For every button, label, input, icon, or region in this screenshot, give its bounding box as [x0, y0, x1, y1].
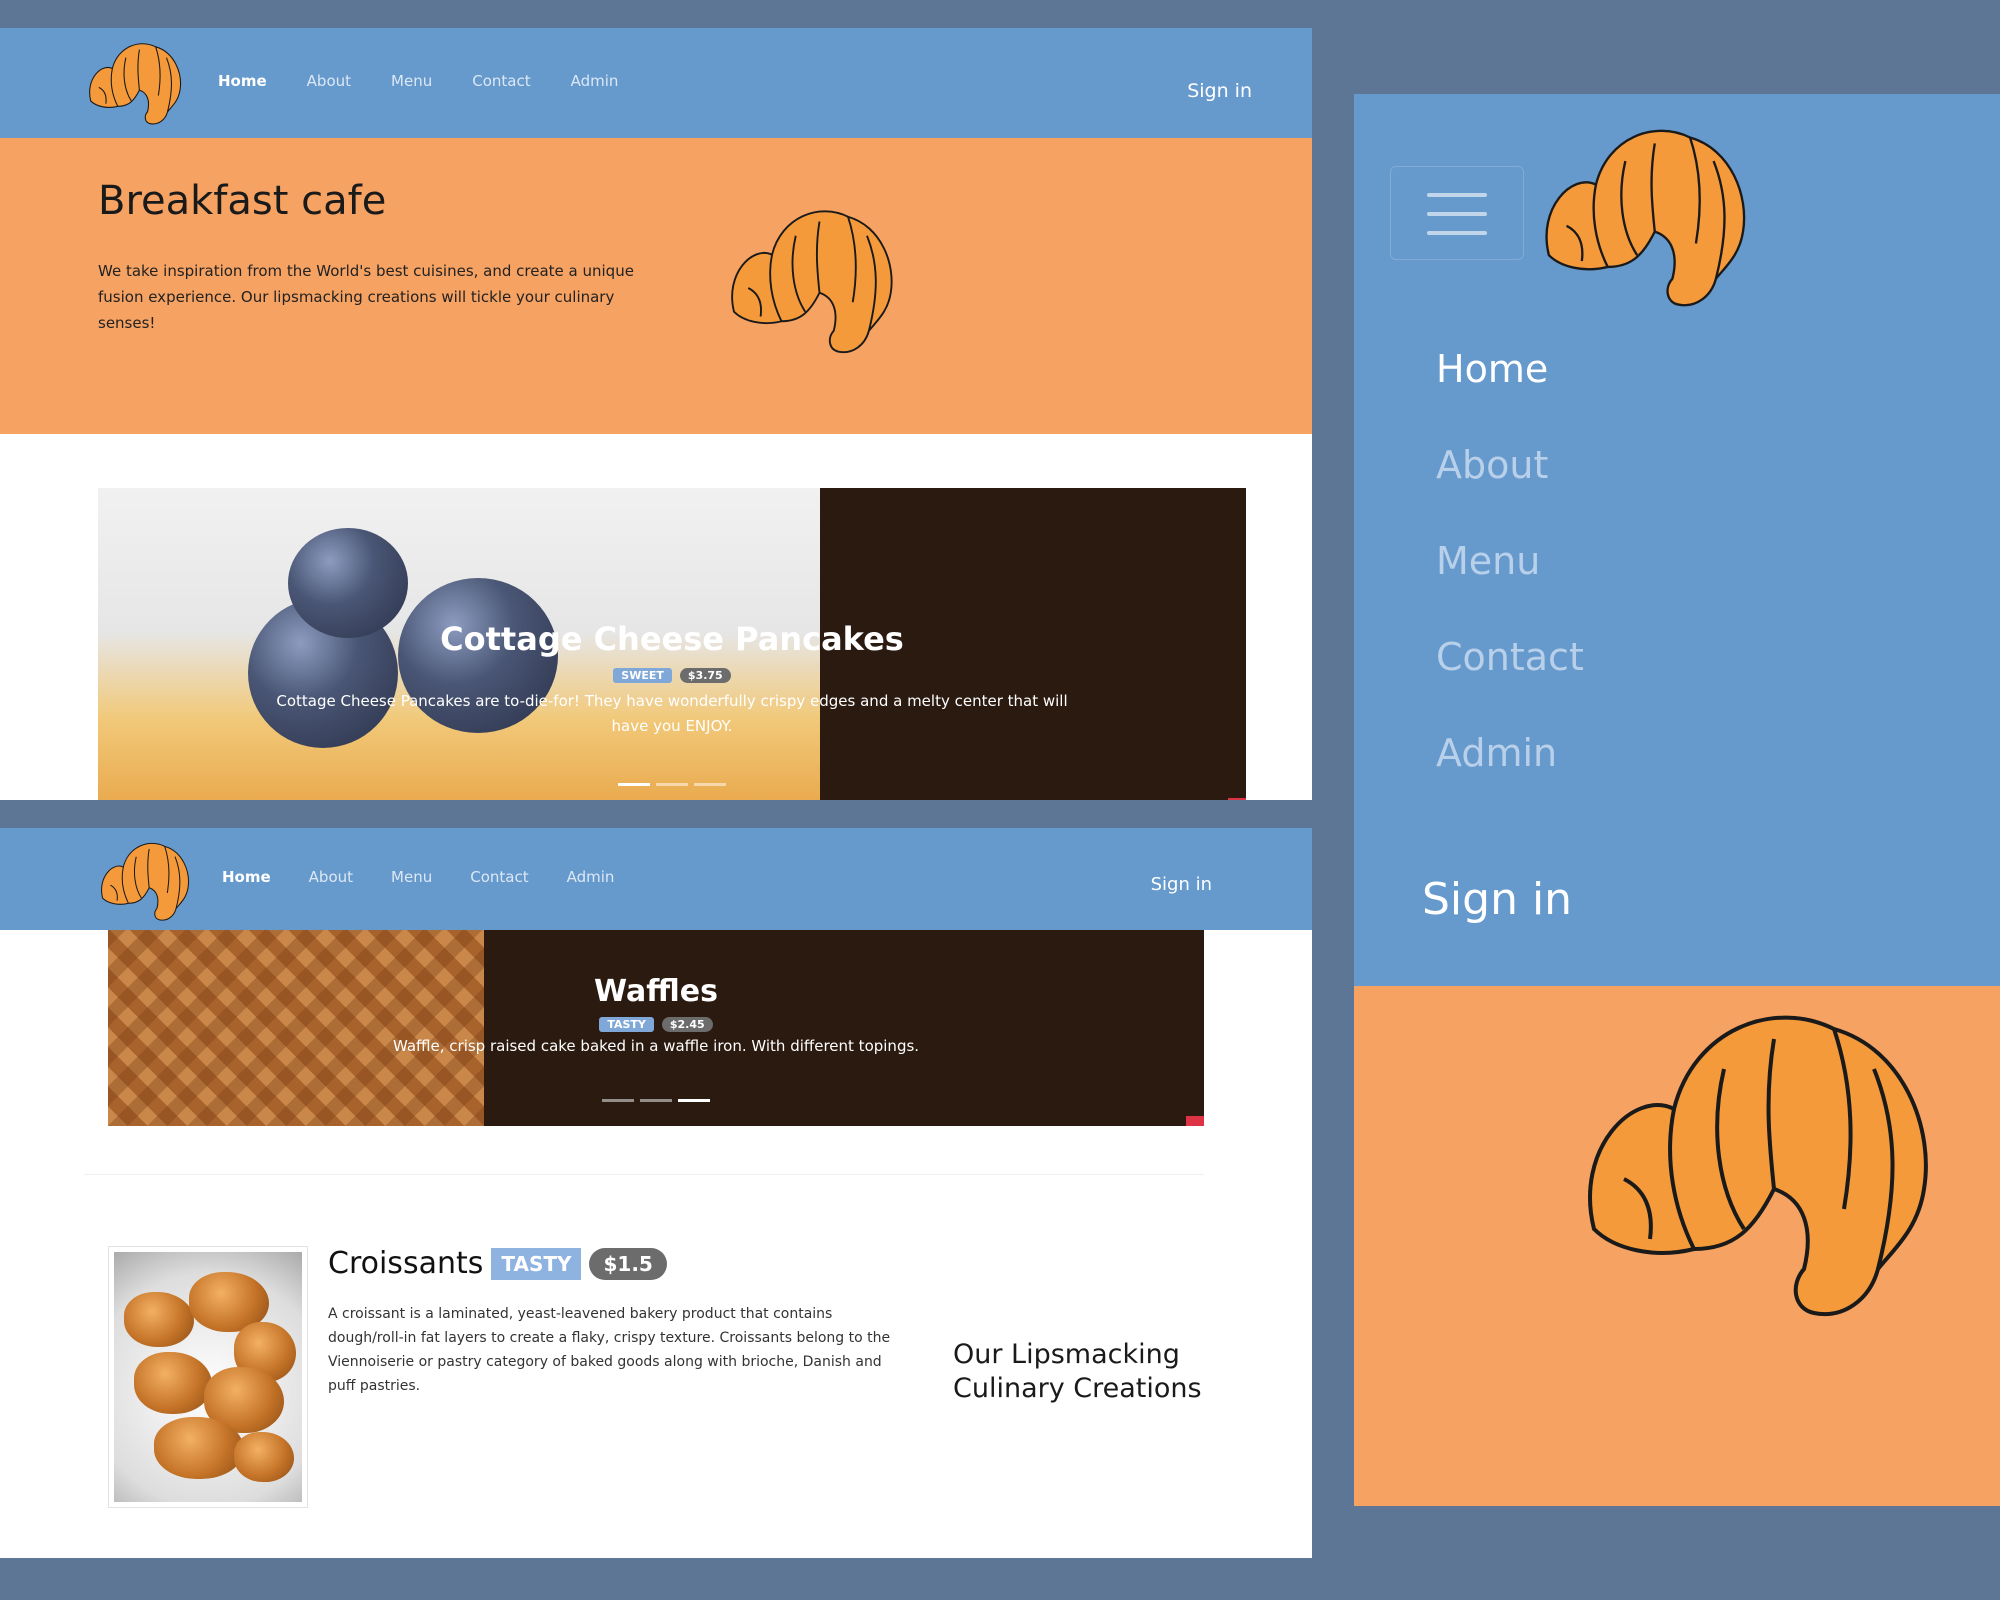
nav-menu[interactable]: Menu: [391, 72, 432, 90]
carousel-indicator-1[interactable]: [602, 1099, 634, 1102]
nav-contact[interactable]: Contact: [472, 72, 530, 90]
carousel-indicator-3[interactable]: [694, 783, 726, 786]
carousel-indicator-1[interactable]: [618, 783, 650, 786]
product-title: Croissants: [328, 1246, 484, 1281]
product-image[interactable]: [108, 1246, 308, 1508]
nav-admin[interactable]: Admin: [567, 868, 615, 886]
nav-about[interactable]: About: [1436, 440, 1584, 536]
nav-admin[interactable]: Admin: [571, 72, 619, 90]
pastry: [134, 1352, 212, 1414]
nav-menu[interactable]: Menu: [1436, 536, 1584, 632]
carousel-title: Waffles: [594, 974, 718, 1009]
carousel-badges: TASTY $2.45: [599, 1017, 713, 1032]
hero-text: We take inspiration from the World's bes…: [98, 262, 634, 332]
mobile-navbar-expanded: Home About Menu Contact Admin Sign in: [1354, 94, 2000, 986]
carousel-indicators: [98, 783, 1246, 786]
carousel[interactable]: Waffles TASTY $2.45 Waffle, crisp raised…: [108, 930, 1204, 1126]
croissant-hero-icon: [715, 186, 905, 371]
section-heading: Our Lipsmacking Culinary Creations: [953, 1339, 1202, 1404]
nav-menu[interactable]: Menu: [391, 868, 432, 886]
tag-badge: TASTY: [491, 1247, 582, 1280]
hero-title: Breakfast cafe: [98, 178, 387, 224]
croissant-hero-icon: [1554, 974, 1954, 1344]
price-badge: $1.5: [589, 1247, 667, 1280]
carousel-caption: Waffles TASTY $2.45 Waffle, crisp raised…: [108, 974, 1204, 1059]
product-title-row: Croissants TASTY $1.5: [328, 1246, 667, 1281]
mobile-window: Home About Menu Contact Admin Sign in: [1354, 94, 2000, 1506]
nav-home[interactable]: Home: [222, 868, 271, 886]
price-badge: $2.45: [661, 1017, 713, 1032]
carousel-indicator-3[interactable]: [678, 1099, 710, 1102]
pastry: [124, 1292, 194, 1347]
tag-badge: TASTY: [599, 1017, 654, 1032]
carousel-badges: SWEET $3.75: [613, 668, 731, 683]
sign-in-link[interactable]: Sign in: [1151, 874, 1212, 895]
nav-contact[interactable]: Contact: [1436, 632, 1584, 728]
carousel-title: Cottage Cheese Pancakes: [440, 620, 904, 658]
desktop-window-top: Home About Menu Contact Admin Sign in Br…: [0, 28, 1312, 800]
nav-home[interactable]: Home: [1436, 344, 1584, 440]
sign-in-link[interactable]: Sign in: [1187, 80, 1252, 102]
desktop-window-bottom: Home About Menu Contact Admin Sign in Wa…: [0, 828, 1312, 1558]
carousel-indicators: [108, 1099, 1204, 1102]
product-description: A croissant is a laminated, yeast-leaven…: [328, 1306, 891, 1394]
nav-about[interactable]: About: [309, 868, 353, 886]
pastry: [234, 1432, 294, 1482]
nav-links: Home About Menu Contact Admin: [218, 72, 658, 90]
croissant-logo-icon[interactable]: [90, 836, 198, 924]
croissant-logo-icon[interactable]: [78, 36, 190, 128]
navbar: Home About Menu Contact Admin Sign in: [0, 28, 1312, 138]
navbar: Home About Menu Contact Admin Sign in: [0, 828, 1312, 930]
carousel-caption: Cottage Cheese Pancakes SWEET $3.75 Cott…: [98, 620, 1246, 739]
product-card: Croissants TASTY $1.5 A croissant is a l…: [108, 1246, 1208, 1508]
pastry: [154, 1417, 244, 1479]
carousel-indicator-2[interactable]: [656, 783, 688, 786]
nav-contact[interactable]: Contact: [470, 868, 528, 886]
tag-badge: SWEET: [613, 668, 672, 683]
corner-marker: [1186, 1116, 1204, 1126]
carousel[interactable]: Cottage Cheese Pancakes SWEET $3.75 Cott…: [98, 488, 1246, 800]
nav-links: Home About Menu Contact Admin: [222, 868, 652, 886]
carousel-indicator-2[interactable]: [640, 1099, 672, 1102]
price-badge: $3.75: [679, 668, 731, 683]
hamburger-menu-icon[interactable]: [1390, 166, 1524, 260]
nav-admin[interactable]: Admin: [1436, 728, 1584, 824]
nav-home[interactable]: Home: [218, 72, 267, 90]
nav-about[interactable]: About: [307, 72, 351, 90]
corner-marker: [1228, 798, 1246, 800]
carousel-description: Cottage Cheese Pancakes are to-die-for! …: [276, 692, 1068, 735]
croissant-logo-icon[interactable]: [1518, 114, 1768, 314]
carousel-description: Waffle, crisp raised cake baked in a waf…: [392, 1037, 920, 1055]
croissant-photo: [114, 1252, 302, 1502]
divider: [84, 1174, 1204, 1175]
mobile-nav-links: Home About Menu Contact Admin: [1436, 344, 1584, 824]
sign-in-link[interactable]: Sign in: [1422, 874, 1572, 925]
hero-section: Breakfast cafe We take inspiration from …: [0, 138, 1312, 434]
